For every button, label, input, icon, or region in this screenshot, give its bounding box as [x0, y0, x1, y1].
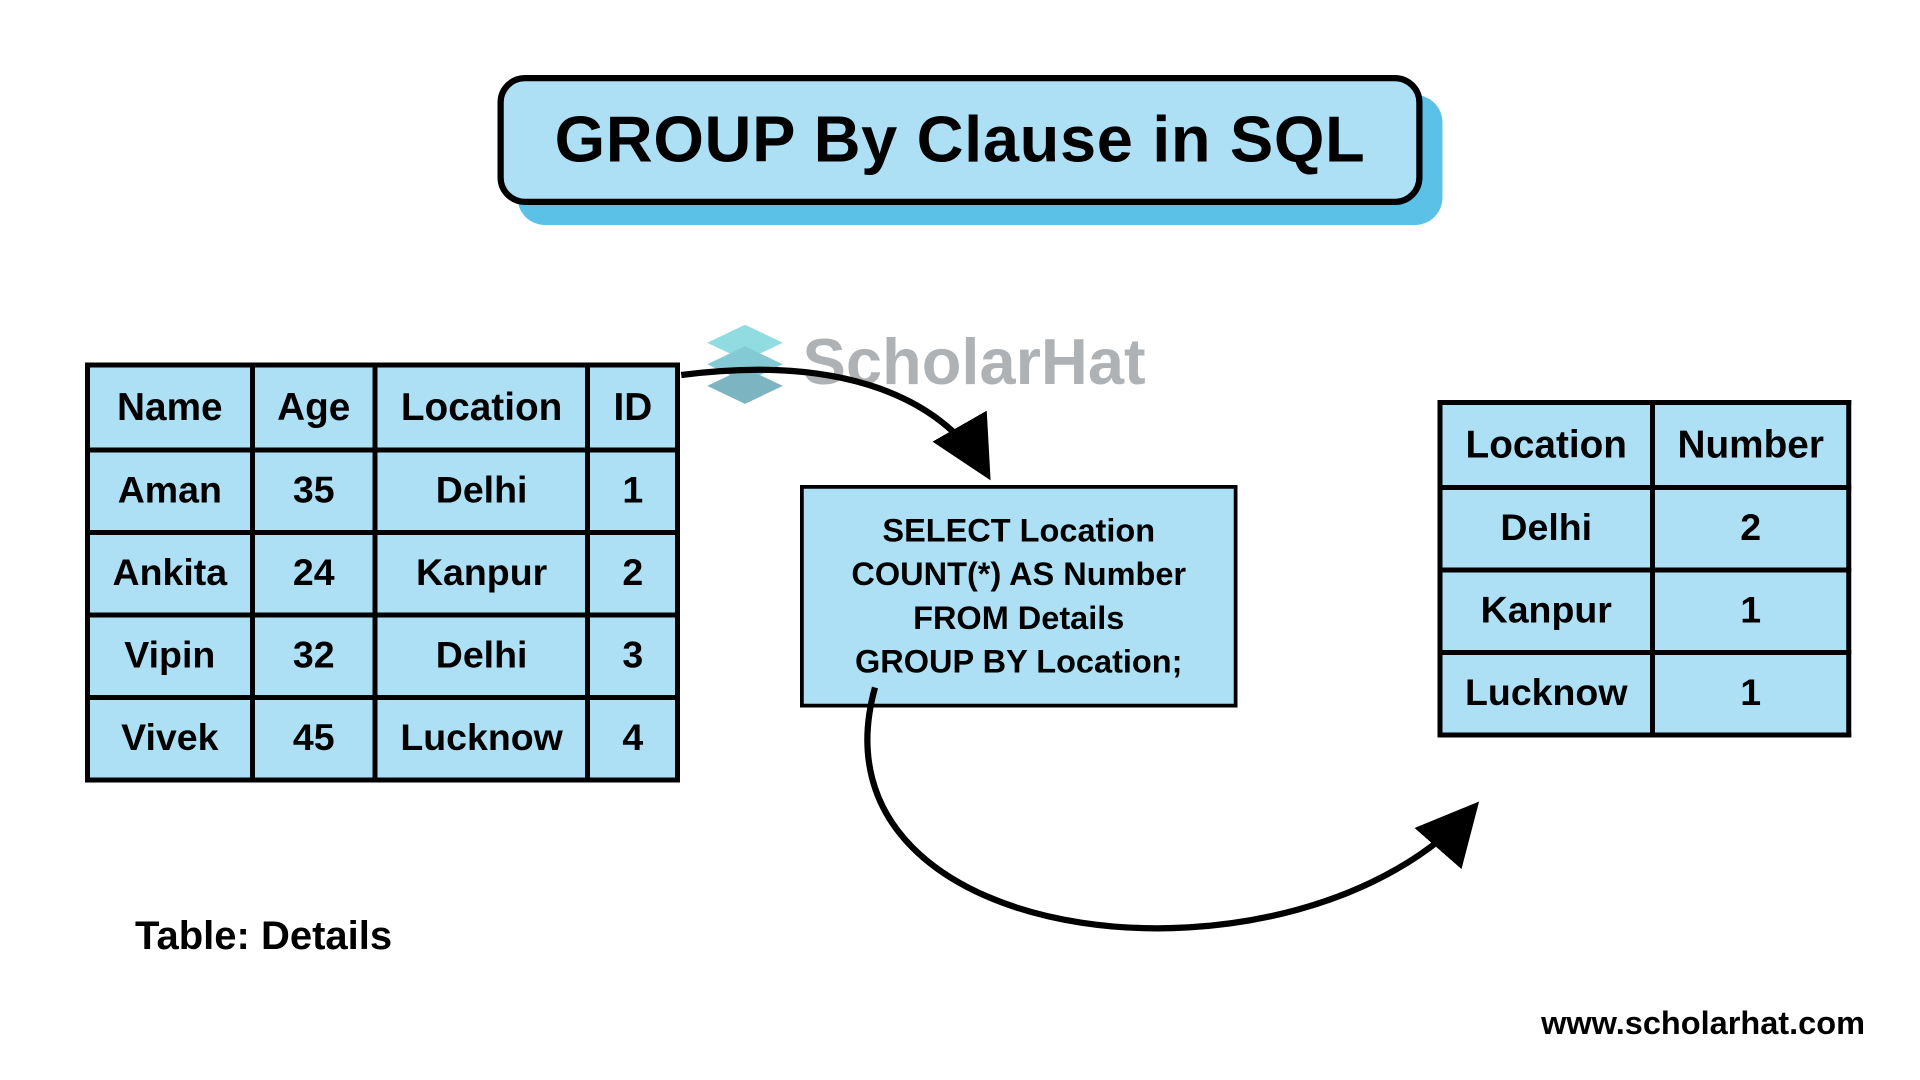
footer-url: www.scholarhat.com — [1541, 1004, 1865, 1043]
col-id: ID — [588, 365, 678, 450]
col-location: Location — [1440, 403, 1653, 488]
col-name: Name — [88, 365, 253, 450]
table-header-row: Name Age Location ID — [88, 365, 678, 450]
table-row: Delhi 2 — [1440, 488, 1849, 571]
table-row: Aman 35 Delhi 1 — [88, 450, 678, 533]
title-banner: GROUP By Clause in SQL — [498, 75, 1423, 205]
sql-line: FROM Details — [816, 596, 1221, 640]
arrow-sql-to-result-icon — [850, 681, 1525, 1006]
title-rect: GROUP By Clause in SQL — [498, 75, 1423, 205]
col-number: Number — [1653, 403, 1849, 488]
sql-line: COUNT(*) AS Number — [816, 553, 1221, 597]
table-row: Vivek 45 Lucknow 4 — [88, 698, 678, 781]
title-text: GROUP By Clause in SQL — [555, 103, 1366, 178]
details-table: Name Age Location ID Aman 35 Delhi 1 Ank… — [85, 363, 680, 783]
table-row: Vipin 32 Delhi 3 — [88, 615, 678, 698]
table-header-row: Location Number — [1440, 403, 1849, 488]
col-location: Location — [375, 365, 588, 450]
col-age: Age — [252, 365, 375, 450]
table-row: Ankita 24 Kanpur 2 — [88, 533, 678, 616]
sql-line: GROUP BY Location; — [816, 640, 1221, 684]
arrow-table-to-sql-icon — [675, 363, 1050, 526]
details-table-caption: Table: Details — [135, 913, 392, 959]
table-row: Kanpur 1 — [1440, 570, 1849, 653]
